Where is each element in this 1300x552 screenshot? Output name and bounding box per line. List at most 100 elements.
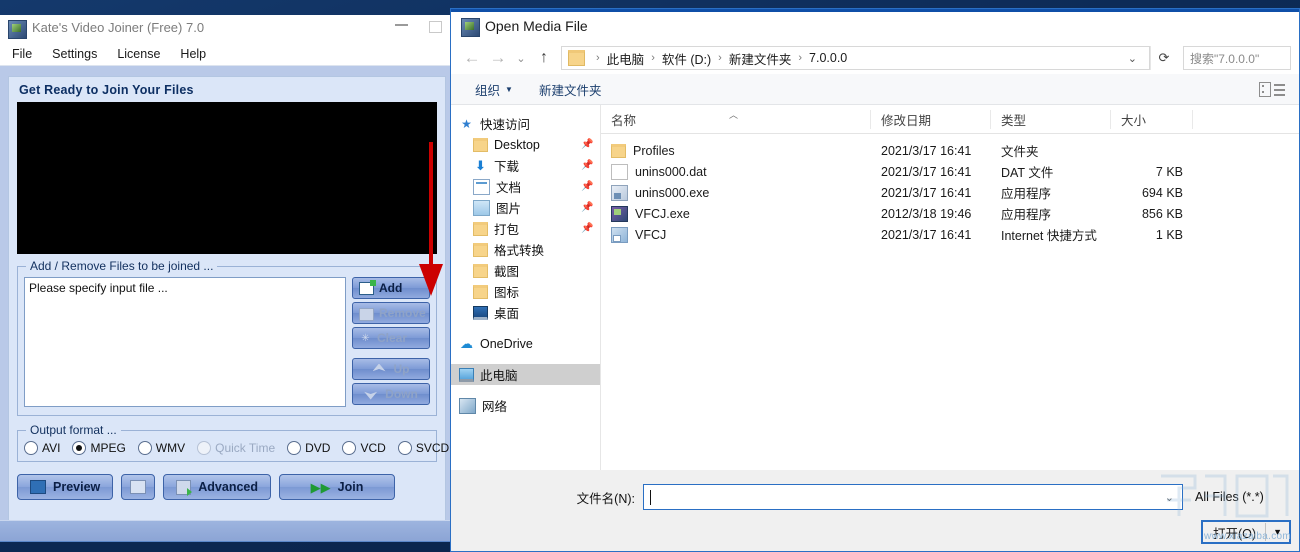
nav-item-pictures[interactable]: 图片 📌 — [451, 197, 600, 218]
file-type-cell: 应用程序 — [1001, 208, 1052, 222]
breadcrumb-item-2[interactable]: 新建文件夹 — [729, 49, 792, 68]
dialog-navigation-bar: ← → ⌄ ↑ › 此电脑 › 软件 (D:) › 新建文件夹 › 7.0.0.… — [451, 42, 1299, 74]
arrow-down-icon — [364, 391, 378, 400]
table-row[interactable]: unins000.exe 2021/3/17 16:41 应用程序 694 KB — [601, 182, 1299, 203]
remove-file-button[interactable]: Remove — [352, 302, 430, 324]
breadcrumb-item-1[interactable]: 软件 (D:) — [662, 49, 711, 68]
folder-icon — [473, 284, 488, 299]
nav-item-documents[interactable]: 文档 📌 — [451, 176, 600, 197]
output-format-legend: Output format ... — [26, 423, 121, 437]
pin-icon: 📌 — [581, 139, 594, 150]
view-details-icon — [1259, 82, 1271, 97]
table-row[interactable]: Profiles 2021/3/17 16:41 文件夹 — [601, 140, 1299, 161]
file-date-cell: 2012/3/18 19:46 — [881, 206, 972, 221]
dialog-bottom-bar: 文件名(N): ⌄ All Files (*.*) 打开(O) ▼ www.xi… — [451, 470, 1299, 544]
new-folder-button[interactable]: 新建文件夹 — [539, 80, 602, 99]
open-media-file-dialog: Open Media File ← → ⌄ ↑ › 此电脑 › 软件 (D:) … — [450, 8, 1300, 552]
dialog-title-text: Open Media File — [485, 18, 588, 34]
format-radio-mpeg[interactable]: MPEG — [72, 441, 126, 455]
files-group-legend: Add / Remove Files to be joined ... — [26, 259, 218, 273]
filename-label: 文件名(N): — [576, 491, 635, 506]
file-size-cell: 856 KB — [1141, 206, 1183, 221]
clear-files-button[interactable]: ✳ Clear — [352, 327, 430, 349]
breadcrumb-item-0[interactable]: 此电脑 — [607, 49, 645, 68]
breadcrumb[interactable]: › 此电脑 › 软件 (D:) › 新建文件夹 › 7.0.0.0 ⌄ — [561, 46, 1150, 70]
column-header-date[interactable]: 修改日期 — [871, 109, 991, 129]
table-row[interactable]: VFCJ.exe 2012/3/18 19:46 应用程序 856 KB — [601, 203, 1299, 224]
column-header-type[interactable]: 类型 — [991, 109, 1111, 129]
format-radio-avi[interactable]: AVI — [24, 441, 60, 455]
table-row[interactable]: unins000.dat 2021/3/17 16:41 DAT 文件 7 KB — [601, 161, 1299, 182]
nav-item-this-pc[interactable]: 此电脑 — [451, 364, 600, 385]
nav-item-quick-access[interactable]: ★ 快速访问 — [451, 113, 600, 134]
refresh-icon[interactable]: ⟳ — [1150, 46, 1177, 70]
advanced-button[interactable]: Advanced — [163, 474, 272, 500]
move-up-button[interactable]: Up — [352, 358, 430, 380]
nav-item-tubiao[interactable]: 图标 — [451, 281, 600, 302]
file-name-cell: VFCJ.exe — [601, 205, 871, 222]
breadcrumb-item-3[interactable]: 7.0.0.0 — [809, 51, 847, 65]
forward-icon[interactable]: → — [485, 45, 511, 71]
file-size-cell: 7 KB — [1155, 164, 1183, 179]
nav-item-geshizhuanhuan[interactable]: 格式转换 — [451, 239, 600, 260]
nav-item-label: 打包 — [494, 223, 520, 237]
format-label-svcd: SVCD — [415, 441, 450, 455]
app-status-bar — [0, 520, 454, 541]
nav-item-zhuomian[interactable]: 桌面 — [451, 302, 600, 323]
nav-item-label: Desktop — [494, 137, 540, 152]
add-file-button[interactable]: Add — [352, 277, 430, 299]
file-size-cell: 694 KB — [1141, 185, 1183, 200]
video-preview-area[interactable] — [17, 102, 437, 254]
recent-locations-icon[interactable]: ⌄ — [511, 45, 531, 71]
file-type-cell: DAT 文件 — [1001, 166, 1054, 180]
nav-item-label: OneDrive — [480, 336, 533, 351]
back-icon[interactable]: ← — [459, 45, 485, 71]
join-button[interactable]: ▶▶ Join — [279, 474, 396, 500]
column-header-size[interactable]: 大小 — [1111, 109, 1193, 129]
up-icon[interactable]: ↑ — [531, 45, 557, 71]
move-down-button[interactable]: Down — [352, 383, 430, 405]
format-radio-vcd[interactable]: VCD — [342, 441, 386, 455]
file-type-filter[interactable]: All Files (*.*) — [1189, 484, 1289, 510]
chevron-down-icon[interactable]: ⌄ — [1165, 491, 1178, 504]
join-label: Join — [337, 480, 364, 494]
format-radio-wmv[interactable]: WMV — [137, 441, 185, 455]
nav-item-onedrive[interactable]: ☁ OneDrive — [451, 333, 600, 354]
preview-label: Preview — [53, 480, 101, 494]
organize-button[interactable]: 组织 ▼ — [475, 80, 513, 99]
maximize-button[interactable] — [429, 21, 442, 33]
menu-item-settings[interactable]: Settings — [52, 47, 97, 61]
chevron-down-icon[interactable]: ⌄ — [1120, 52, 1145, 65]
nav-item-dabao[interactable]: 打包 📌 — [451, 218, 600, 239]
nav-item-label: 网络 — [482, 400, 508, 414]
view-options[interactable] — [1259, 82, 1285, 97]
filename-input[interactable]: ⌄ — [643, 484, 1183, 510]
clear-icon: ✳ — [361, 332, 370, 344]
breadcrumb-separator: › — [718, 52, 722, 64]
app-heading: Get Ready to Join Your Files — [19, 83, 194, 97]
view-list-icon — [1274, 83, 1285, 96]
preview-button[interactable]: Preview — [17, 474, 114, 500]
menu-item-license[interactable]: License — [117, 47, 160, 61]
filmstrip-button[interactable] — [121, 474, 156, 500]
add-file-icon — [359, 279, 376, 295]
menu-item-file[interactable]: File — [12, 47, 32, 61]
kates-video-joiner-window: Kate's Video Joiner (Free) 7.0 File Sett… — [0, 15, 455, 542]
format-radio-svcd[interactable]: SVCD — [397, 441, 450, 455]
format-label-avi: AVI — [42, 441, 61, 455]
chevron-down-icon: ▼ — [505, 84, 513, 94]
format-label-vcd: VCD — [360, 441, 386, 455]
table-row[interactable]: VFCJ 2021/3/17 16:41 Internet 快捷方式 1 KB — [601, 224, 1299, 245]
files-group: Add / Remove Files to be joined ... Plea… — [17, 259, 437, 416]
nav-item-network[interactable]: 网络 — [451, 395, 600, 416]
file-name-text: Profiles — [633, 143, 675, 158]
minimize-button[interactable] — [395, 24, 408, 26]
input-files-list[interactable]: Please specify input file ... — [24, 277, 346, 407]
breadcrumb-separator: › — [651, 52, 655, 64]
nav-item-desktop-qa[interactable]: Desktop 📌 — [451, 134, 600, 155]
search-input[interactable]: 搜索"7.0.0.0" — [1183, 46, 1291, 70]
menu-item-help[interactable]: Help — [180, 47, 206, 61]
nav-item-jietu[interactable]: 截图 — [451, 260, 600, 281]
nav-item-downloads[interactable]: ⬇ 下载 📌 — [451, 155, 600, 176]
format-radio-dvd[interactable]: DVD — [287, 441, 330, 455]
